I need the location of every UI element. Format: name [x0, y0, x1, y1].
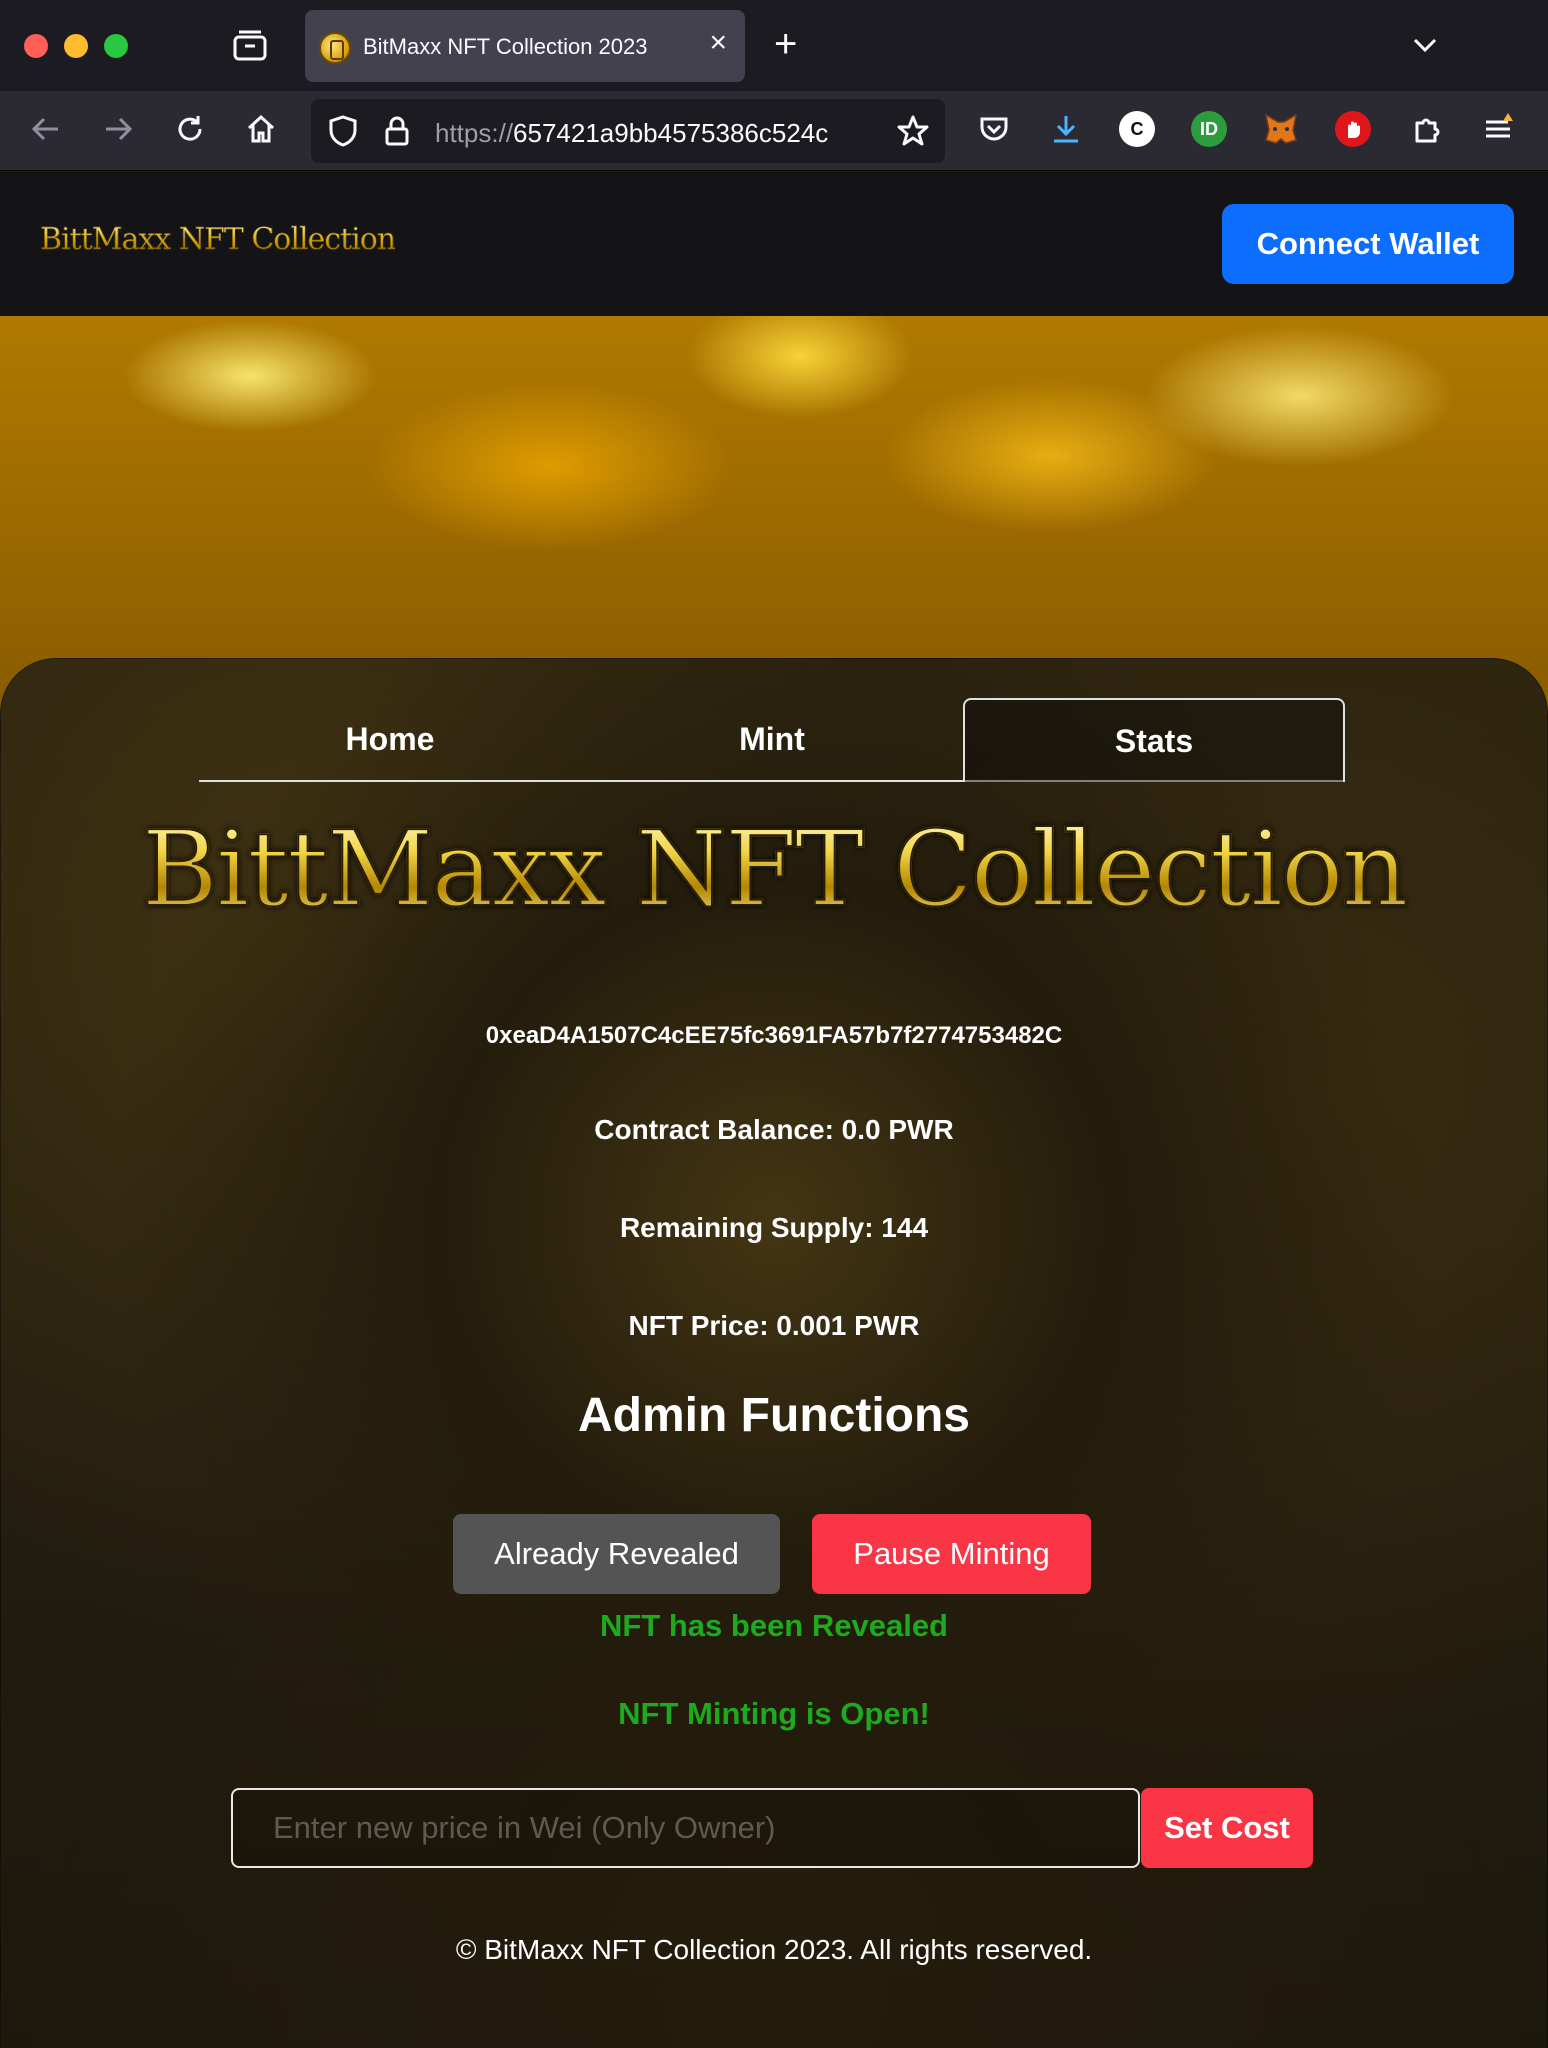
set-cost-button[interactable]: Set Cost: [1141, 1788, 1313, 1868]
remaining-supply: Remaining Supply: 144: [619, 1212, 929, 1243]
connect-wallet-button[interactable]: Connect Wallet: [1222, 204, 1514, 284]
collection-logo: BittMaxx NFT Collection: [0, 807, 1548, 931]
hamburger-menu-icon[interactable]: [1478, 109, 1518, 149]
site-favicon-icon: [319, 32, 351, 64]
shield-icon[interactable]: [323, 111, 363, 151]
pocket-icon[interactable]: [974, 109, 1014, 149]
gold-background: Home Mint Stats BittMaxx NFT Collection …: [0, 316, 1548, 2048]
pause-minting-button[interactable]: Pause Minting: [812, 1514, 1091, 1594]
reveal-status-text: NFT has been Revealed: [599, 1608, 948, 1643]
url-text[interactable]: https://657421a9bb4575386c524c: [435, 118, 883, 149]
browser-tab-active[interactable]: BitMaxx NFT Collection 2023 ×: [305, 10, 745, 82]
browser-toolbar: https://657421a9bb4575386c524c C ID: [0, 91, 1548, 171]
arrow-left-icon[interactable]: [26, 109, 66, 149]
tab-mint[interactable]: Mint: [581, 698, 963, 782]
puzzle-icon[interactable]: [1407, 109, 1447, 149]
browser-tab-title: BitMaxx NFT Collection 2023: [363, 34, 648, 59]
site-header: BittMaxx NFT Collection Connect Wallet: [0, 172, 1548, 316]
tab-close-icon[interactable]: ×: [709, 28, 727, 58]
metamask-fox-icon[interactable]: [1263, 111, 1299, 147]
tab-home[interactable]: Home: [199, 698, 581, 782]
adblock-hand-icon[interactable]: [1335, 111, 1371, 147]
url-scheme: https://: [435, 118, 514, 148]
nft-price: NFT Price: 0.001 PWR: [628, 1310, 920, 1341]
tab-overview-icon[interactable]: [232, 30, 268, 62]
home-icon[interactable]: [241, 109, 281, 149]
arrow-right-icon[interactable]: [98, 109, 138, 149]
footer-copyright: © BitMaxx NFT Collection 2023. All right…: [455, 1934, 1093, 1965]
new-tab-button[interactable]: +: [774, 24, 797, 64]
window-zoom-button[interactable]: [104, 34, 128, 58]
address-bar[interactable]: https://657421a9bb4575386c524c: [311, 99, 945, 163]
c-extension-icon[interactable]: C: [1119, 111, 1155, 147]
lock-icon[interactable]: [377, 111, 417, 151]
main-card: Home Mint Stats BittMaxx NFT Collection …: [0, 658, 1548, 2048]
download-icon[interactable]: [1046, 109, 1086, 149]
nav-tabs: Home Mint Stats: [199, 698, 1345, 782]
reload-icon[interactable]: [170, 109, 210, 149]
contract-balance: Contract Balance: 0.0 PWR: [594, 1114, 954, 1145]
new-price-input[interactable]: [231, 1788, 1140, 1868]
header-logo[interactable]: BittMaxx NFT Collection: [40, 222, 397, 258]
contract-address: 0xeaD4A1507C4cEE75fc3691FA57b7f277475348…: [485, 1022, 1063, 1049]
web-page: BittMaxx NFT Collection Connect Wallet H…: [0, 172, 1548, 2048]
tab-stats[interactable]: Stats: [963, 698, 1345, 782]
chevron-down-icon[interactable]: [1410, 30, 1440, 65]
star-icon[interactable]: [893, 111, 933, 151]
window-minimize-button[interactable]: [64, 34, 88, 58]
admin-functions-heading: Admin Functions: [578, 1389, 970, 1442]
browser-tab-bar: BitMaxx NFT Collection 2023 × +: [0, 0, 1548, 91]
window-close-button[interactable]: [24, 34, 48, 58]
url-host: 657421a9bb4575386c524c: [513, 118, 829, 148]
id-extension-icon[interactable]: ID: [1191, 111, 1227, 147]
already-revealed-button[interactable]: Already Revealed: [453, 1514, 780, 1594]
minting-status-text: NFT Minting is Open!: [618, 1696, 930, 1731]
